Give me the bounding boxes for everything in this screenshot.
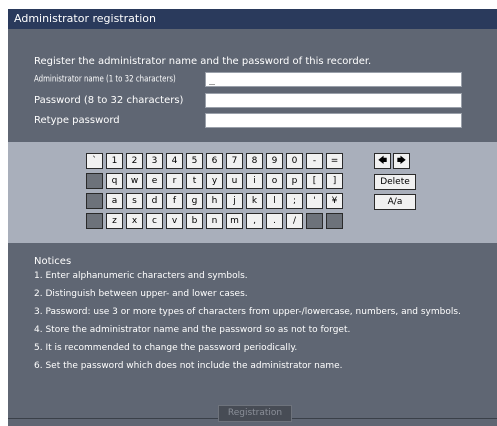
keyboard-key[interactable]: v (166, 213, 183, 229)
keyboard-key[interactable]: . (266, 213, 283, 229)
notice-item: 2. Distinguish between upper- and lower … (34, 289, 248, 299)
keyboard-key[interactable]: [ (306, 173, 323, 189)
keyboard-key-blank (86, 193, 103, 209)
admin-name-input[interactable]: _ (205, 72, 462, 87)
keyboard-key[interactable]: q (106, 173, 123, 189)
keyboard-key-blank (326, 213, 343, 229)
keyboard-key[interactable]: , (246, 213, 263, 229)
keyboard-key[interactable]: l (266, 193, 283, 209)
keyboard-key[interactable]: w (126, 173, 143, 189)
keyboard-key[interactable]: ] (326, 173, 343, 189)
keyboard-key[interactable]: = (326, 153, 343, 169)
password-input[interactable] (205, 93, 462, 108)
case-toggle-key[interactable]: A/a (374, 194, 416, 210)
arrow-left-key[interactable]: 🡄 (374, 153, 391, 169)
keyboard-key[interactable]: m (226, 213, 243, 229)
keyboard-key[interactable]: 3 (146, 153, 163, 169)
keyboard-key[interactable]: j (226, 193, 243, 209)
notice-item: 3. Password: use 3 or more types of char… (34, 307, 461, 317)
keyboard-key[interactable]: f (166, 193, 183, 209)
admin-name-label: Administrator name (1 to 32 characters) (34, 74, 176, 84)
keyboard-key[interactable]: y (206, 173, 223, 189)
admin-registration-dialog: Administrator registration Register the … (8, 9, 497, 426)
arrow-right-key[interactable]: 🡆 (393, 153, 410, 169)
keyboard-key[interactable]: 6 (206, 153, 223, 169)
title-bar: Administrator registration (8, 9, 497, 29)
keyboard-key-blank (86, 173, 103, 189)
notice-item: 6. Set the password which does not inclu… (34, 361, 343, 371)
retype-password-label: Retype password (34, 115, 120, 126)
keyboard-key[interactable]: a (106, 193, 123, 209)
keyboard-key-blank (306, 213, 323, 229)
notice-item: 5. It is recommended to change the passw… (34, 343, 298, 353)
keyboard-key[interactable]: / (286, 213, 303, 229)
dialog-title: Administrator registration (14, 12, 156, 25)
keyboard-key-blank (86, 213, 103, 229)
registration-button[interactable]: Registration (218, 405, 292, 422)
delete-key[interactable]: Delete (374, 174, 416, 190)
keyboard-key[interactable]: ' (306, 193, 323, 209)
retype-password-input[interactable] (205, 113, 462, 128)
keyboard-key[interactable]: 2 (126, 153, 143, 169)
keyboard-key[interactable]: x (126, 213, 143, 229)
keyboard-key[interactable]: h (206, 193, 223, 209)
keyboard-key[interactable]: k (246, 193, 263, 209)
keyboard-key[interactable]: ; (286, 193, 303, 209)
keyboard-key[interactable]: 9 (266, 153, 283, 169)
keyboard-key[interactable]: r (166, 173, 183, 189)
keyboard-key[interactable]: g (186, 193, 203, 209)
keyboard-key[interactable]: c (146, 213, 163, 229)
keyboard-key[interactable]: 5 (186, 153, 203, 169)
keyboard-key[interactable]: 0 (286, 153, 303, 169)
keyboard-key[interactable]: e (146, 173, 163, 189)
password-label: Password (8 to 32 characters) (34, 95, 184, 106)
keyboard-key[interactable]: 8 (246, 153, 263, 169)
keyboard-key[interactable]: 7 (226, 153, 243, 169)
keyboard-key[interactable]: d (146, 193, 163, 209)
keyboard-key[interactable]: - (306, 153, 323, 169)
keyboard-key[interactable]: u (226, 173, 243, 189)
keyboard-key[interactable]: z (106, 213, 123, 229)
keyboard-key[interactable]: b (186, 213, 203, 229)
keyboard-key[interactable]: 4 (166, 153, 183, 169)
keyboard-key[interactable]: ¥ (326, 193, 343, 209)
keyboard-key[interactable]: s (126, 193, 143, 209)
keyboard-key[interactable]: ` (86, 153, 103, 169)
arrow-right-icon: 🡆 (396, 156, 407, 166)
notices-heading: Notices (34, 256, 72, 267)
keyboard-key[interactable]: n (206, 213, 223, 229)
keyboard-key[interactable]: p (286, 173, 303, 189)
onscreen-keyboard: ` 1 2 3 4 5 6 7 8 9 0- = q w e r t y u i o p[] a s d f g h j k l; ' ¥ z x c… (8, 142, 497, 243)
keyboard-key[interactable]: o (266, 173, 283, 189)
notice-item: 1. Enter alphanumeric characters and sym… (34, 271, 248, 281)
notice-item: 4. Store the administrator name and the … (34, 325, 351, 335)
keyboard-key[interactable]: 1 (106, 153, 123, 169)
keyboard-key[interactable]: t (186, 173, 203, 189)
keyboard-key[interactable]: i (246, 173, 263, 189)
intro-text: Register the administrator name and the … (34, 56, 372, 67)
arrow-left-icon: 🡄 (377, 156, 388, 166)
